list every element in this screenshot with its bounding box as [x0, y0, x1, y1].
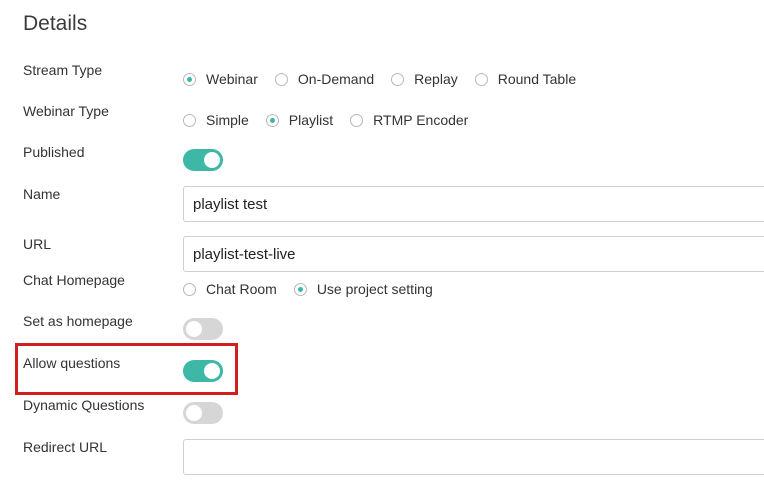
option-label: Playlist — [288, 112, 334, 128]
radio-button-webinar[interactable] — [183, 72, 196, 86]
webinar-type-label: Webinar Type — [23, 103, 109, 119]
dynamic-questions-label: Dynamic Questions — [23, 397, 145, 413]
name-input[interactable] — [183, 186, 764, 222]
stream-type-label: Stream Type — [23, 62, 103, 78]
url-input[interactable] — [183, 236, 764, 272]
redirect-url-input[interactable] — [183, 439, 764, 475]
redirect-url-label: Redirect URL — [23, 439, 108, 455]
toggle-knob — [204, 363, 220, 379]
allow-questions-label: Allow questions — [23, 355, 121, 371]
option-label: Use project setting — [316, 281, 433, 297]
chat-homepage-option-use-project-setting[interactable]: Use project setting — [293, 281, 433, 297]
webinar-type-radio-group: Simple Playlist RTMP Encoder — [183, 112, 485, 128]
option-label: On-Demand — [297, 71, 375, 87]
option-label: RTMP Encoder — [373, 112, 469, 128]
stream-type-option-round-table[interactable]: Round Table — [474, 71, 577, 87]
dynamic-questions-toggle[interactable] — [183, 402, 223, 424]
radio-button-use-project-setting[interactable] — [293, 282, 307, 296]
allow-questions-toggle[interactable] — [183, 360, 223, 382]
set-as-homepage-label: Set as homepage — [23, 313, 133, 329]
details-form: Details Stream Type Webinar On-Demand Re… — [0, 0, 764, 482]
set-as-homepage-toggle[interactable] — [183, 318, 223, 340]
published-label: Published — [23, 144, 85, 160]
name-label: Name — [23, 186, 61, 202]
webinar-type-option-rtmp-encoder[interactable]: RTMP Encoder — [350, 112, 468, 128]
radio-button-simple[interactable] — [183, 113, 196, 127]
option-label: Webinar — [206, 71, 258, 87]
stream-type-option-webinar[interactable]: Webinar — [183, 71, 258, 87]
published-toggle[interactable] — [183, 149, 223, 171]
radio-button-chat-room[interactable] — [183, 282, 196, 296]
option-label: Replay — [414, 71, 458, 87]
stream-type-option-on-demand[interactable]: On-Demand — [274, 71, 375, 87]
toggle-knob — [204, 152, 220, 168]
option-label: Chat Room — [206, 281, 277, 297]
toggle-knob — [186, 321, 202, 337]
radio-button-replay[interactable] — [391, 72, 405, 86]
section-title: Details — [23, 12, 88, 35]
radio-button-round-table[interactable] — [474, 72, 488, 86]
chat-homepage-radio-group: Chat Room Use project setting — [183, 281, 450, 297]
radio-button-rtmp-encoder[interactable] — [350, 113, 364, 127]
option-label: Simple — [206, 112, 249, 128]
chat-homepage-option-chat-room[interactable]: Chat Room — [183, 281, 277, 297]
stream-type-option-replay[interactable]: Replay — [391, 71, 458, 87]
toggle-knob — [186, 405, 202, 421]
url-label: URL — [23, 236, 52, 252]
chat-homepage-label: Chat Homepage — [23, 272, 125, 288]
radio-button-on-demand[interactable] — [274, 72, 288, 86]
option-label: Round Table — [497, 71, 577, 87]
stream-type-radio-group: Webinar On-Demand Replay Round Table — [183, 71, 593, 87]
radio-button-playlist[interactable] — [265, 113, 279, 127]
webinar-type-option-playlist[interactable]: Playlist — [265, 112, 334, 128]
webinar-type-option-simple[interactable]: Simple — [183, 112, 249, 128]
